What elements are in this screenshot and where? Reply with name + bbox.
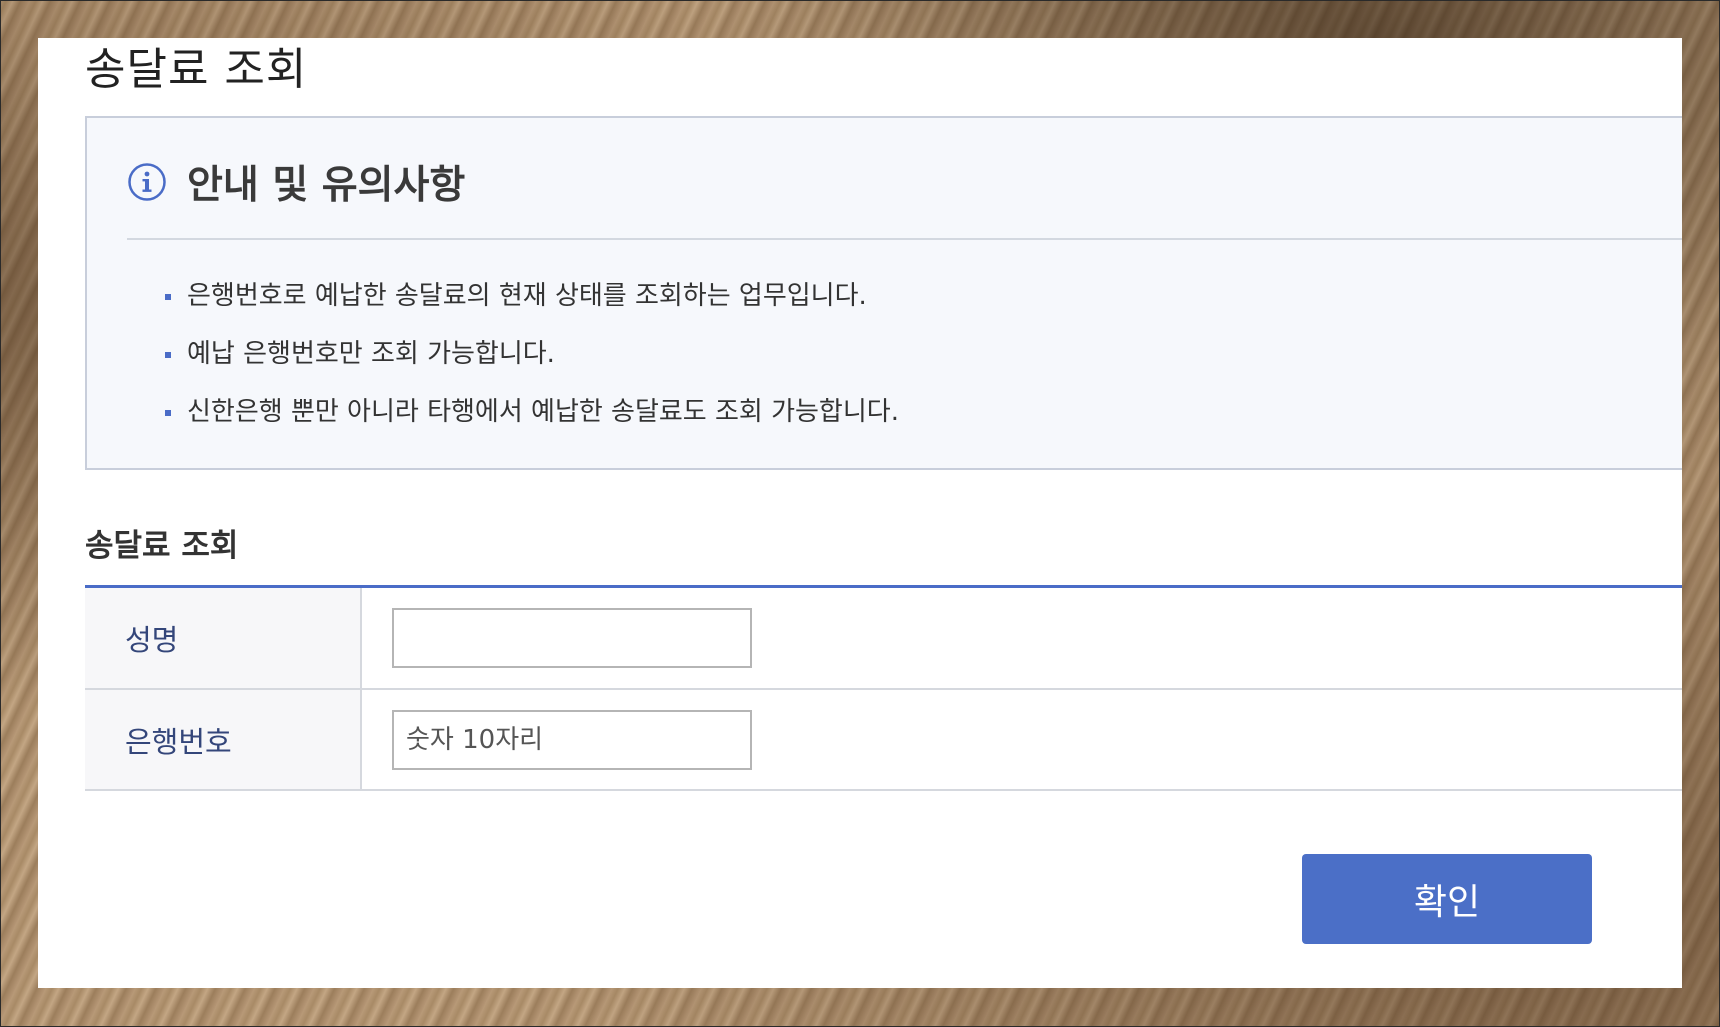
inquiry-form: 성명 은행번호 [85, 585, 1682, 791]
notice-divider [127, 238, 1682, 240]
notice-item: 은행번호로 예납한 송달료의 현재 상태를 조회하는 업무입니다. [165, 276, 899, 334]
content-panel: 송달료 조회 안내 및 유의사항 은행번호로 예납한 송달료의 현재 상태를 조… [38, 38, 1682, 988]
confirm-button[interactable]: 확인 [1302, 854, 1592, 944]
form-row-bank-number: 은행번호 [85, 690, 1682, 791]
notice-header: 안내 및 유의사항 [127, 154, 465, 210]
info-icon [128, 163, 166, 201]
notice-item: 신한은행 뿐만 아니라 타행에서 예납한 송달료도 조회 가능합니다. [165, 392, 899, 450]
bank-number-input[interactable] [392, 709, 752, 770]
form-row-name: 성명 [85, 588, 1682, 690]
page-title: 송달료 조회 [85, 44, 308, 95]
notice-item: 예납 은행번호만 조회 가능합니다. [165, 334, 899, 392]
notice-box: 안내 및 유의사항 은행번호로 예납한 송달료의 현재 상태를 조회하는 업무입… [85, 116, 1682, 470]
bank-number-field-cell [362, 690, 1682, 789]
name-input[interactable] [392, 608, 752, 668]
section-title: 송달료 조회 [85, 528, 239, 564]
bank-number-label: 은행번호 [85, 690, 362, 789]
notice-list: 은행번호로 예납한 송달료의 현재 상태를 조회하는 업무입니다. 예납 은행번… [165, 276, 899, 450]
name-label: 성명 [85, 588, 362, 688]
notice-title: 안내 및 유의사항 [187, 163, 466, 208]
name-field-cell [362, 588, 1682, 688]
